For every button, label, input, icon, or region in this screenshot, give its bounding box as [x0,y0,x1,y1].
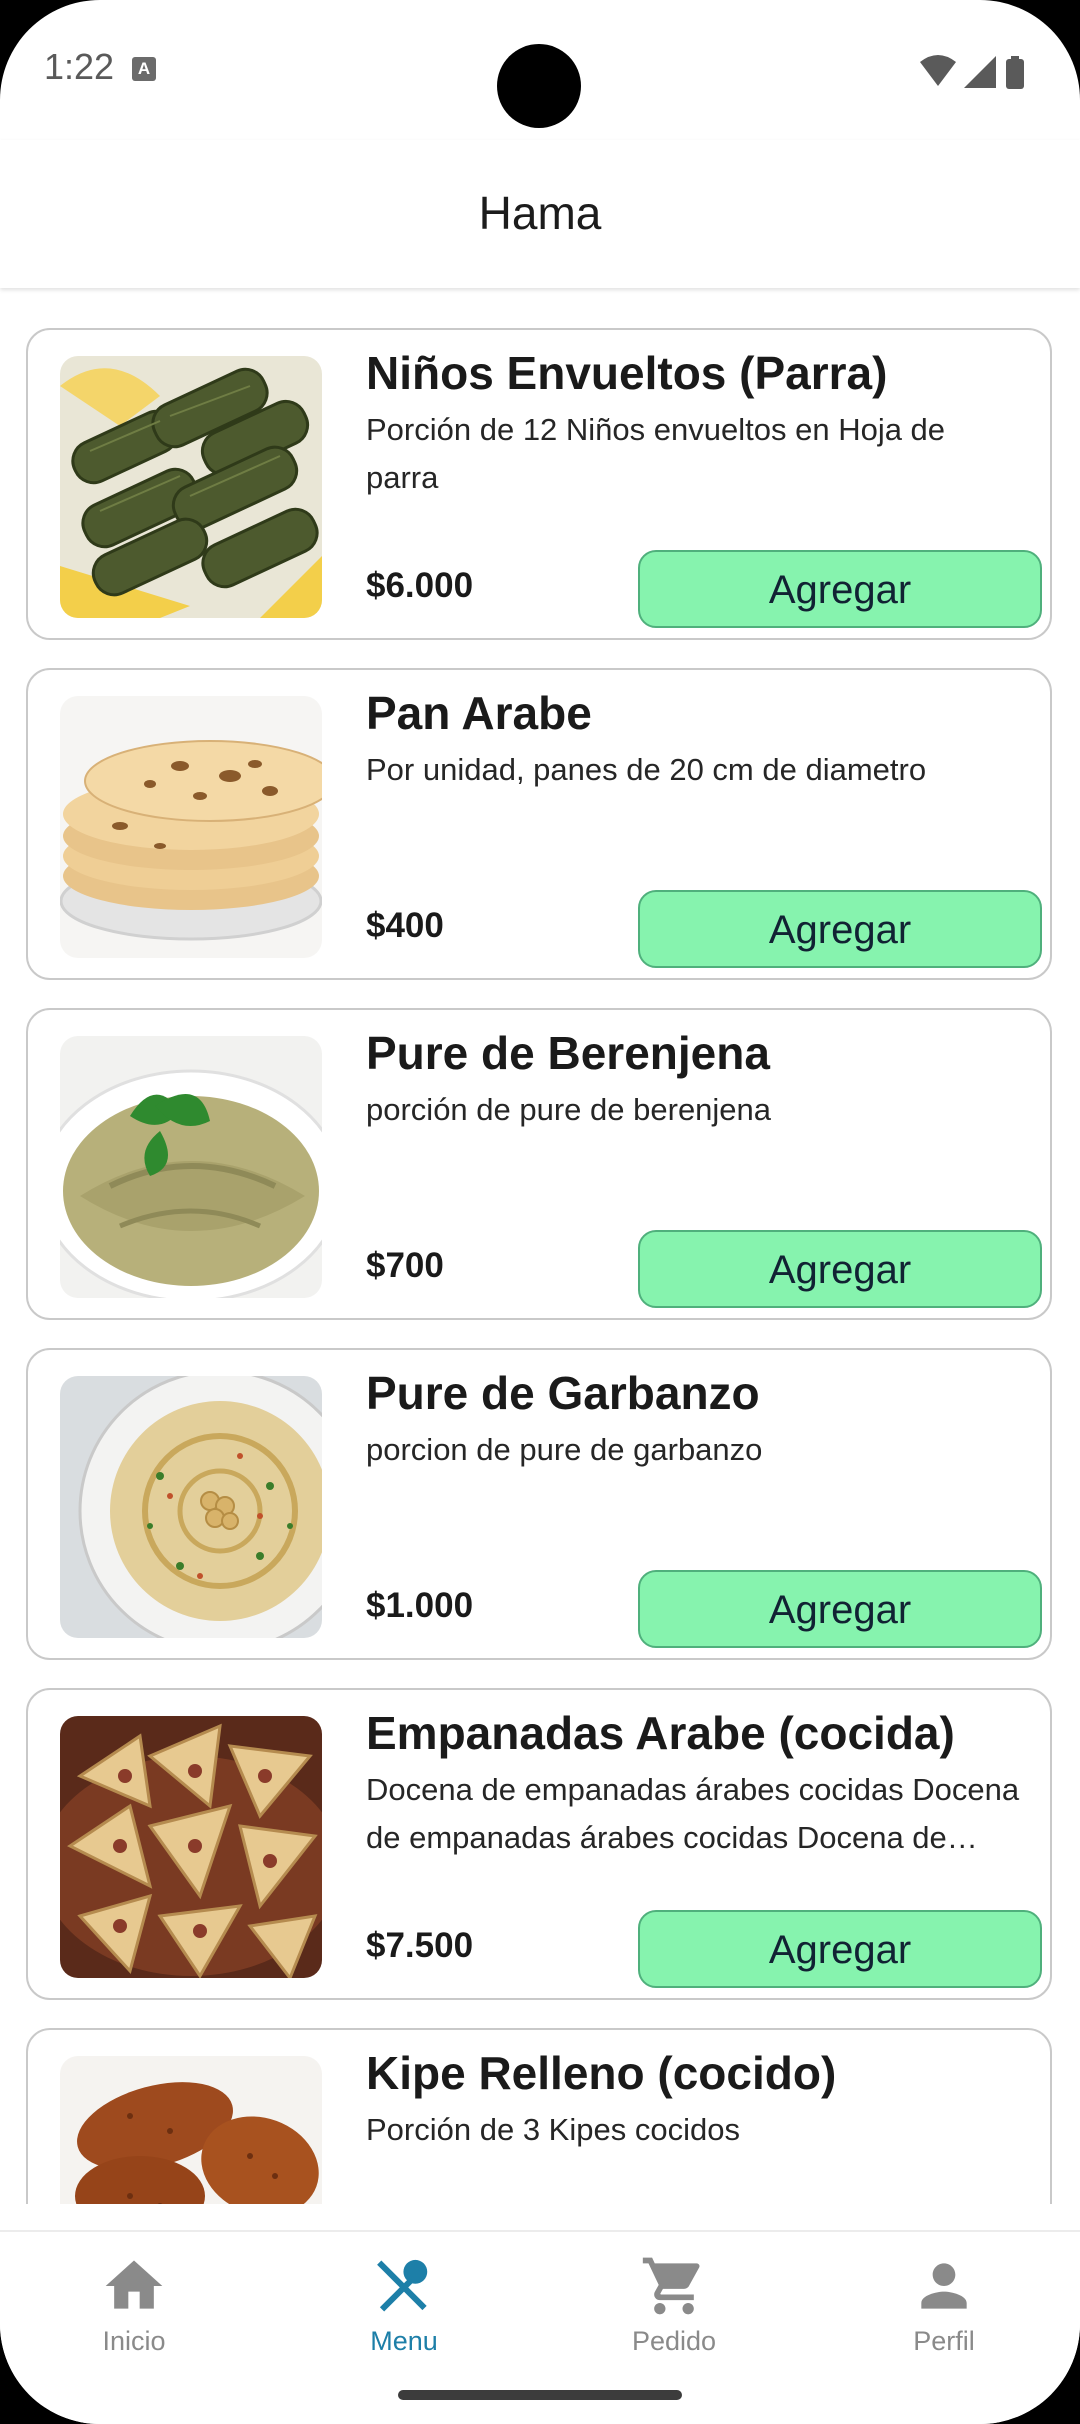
add-button[interactable]: Agregar [638,890,1042,968]
item-name: Kipe Relleno (cocido) [366,2047,837,2099]
menu-item-card: Pan Arabe Por unidad, panes de 20 cm de … [26,668,1052,980]
status-time: 1:22 [44,46,115,87]
nav-item-inicio[interactable]: Inicio [34,2252,234,2357]
screen: 1:22 A Hama Niños Envueltos (Parra) Porc… [0,0,1080,2424]
system-icons [920,55,1024,89]
nav-label: Perfil [913,2326,975,2356]
food-image-arab-empanadas [60,1716,322,1978]
food-image-stuffed-vine-leaves [60,356,322,618]
menu-item-card: Niños Envueltos (Parra) Porción de 12 Ni… [26,328,1052,640]
menu-item-card: Kipe Relleno (cocido) Porción de 3 Kipes… [26,2028,1052,2204]
item-price: $7.500 [366,1926,474,1965]
item-price: $1.000 [366,1586,474,1625]
menu-item-card: Empanadas Arabe (cocida) Docena de empan… [26,1688,1052,2000]
wifi-icon [920,55,956,86]
cart-icon [642,2257,700,2315]
menu-item-card: Pure de Berenjena porción de pure de ber… [26,1008,1052,1320]
page-title: Hama [478,187,602,239]
signal-icon [964,56,996,88]
food-image-eggplant-puree [60,1036,322,1298]
nav-item-pedido[interactable]: Pedido [574,2252,774,2357]
nav-item-perfil[interactable]: Perfil [844,2252,1044,2357]
add-button[interactable]: Agregar [638,1230,1042,1308]
item-name: Pure de Garbanzo [366,1367,760,1419]
item-description: Porción de 12 Niños envueltos en Hoja de… [366,412,946,495]
add-button[interactable]: Agregar [638,1570,1042,1648]
item-description: porcion de pure de garbanzo [366,1432,763,1467]
utensils-icon [377,2259,428,2312]
notification-icon: A [132,57,156,81]
item-name: Pure de Berenjena [366,1027,770,1079]
app-bar: Hama [0,140,1080,288]
home-icon [105,2260,163,2309]
item-price: $6.000 [366,566,474,605]
item-name: Niños Envueltos (Parra) [366,347,888,399]
add-button[interactable]: Agregar [638,1910,1042,1988]
food-image-pita-bread-stack [60,696,322,958]
battery-icon [1006,56,1024,89]
nav-label: Menu [370,2326,438,2356]
food-image-fried-kibbeh [60,2056,322,2204]
home-indicator[interactable] [398,2390,682,2400]
nav-label: Inicio [102,2326,166,2356]
item-name: Pan Arabe [366,687,592,739]
item-description: Por unidad, panes de 20 cm de diametro [366,752,927,787]
item-price: $700 [366,1246,444,1285]
item-price: $400 [366,906,444,945]
camera-cutout [497,44,581,128]
food-image-hummus-bowl [60,1376,322,1638]
item-description: porción de pure de berenjena [366,1092,772,1127]
item-description: Porción de 3 Kipes cocidos [366,2112,740,2147]
status-bar: 1:22 A [0,0,1080,140]
menu-item-card: Pure de Garbanzo porcion de pure de garb… [26,1348,1052,1660]
item-description: Docena de empanadas árabes cocidas Docen… [366,1772,1020,1855]
person-icon [921,2263,967,2309]
menu-list[interactable]: Niños Envueltos (Parra) Porción de 12 Ni… [0,290,1080,2204]
add-button[interactable]: Agregar [638,550,1042,628]
nav-label: Pedido [631,2326,717,2356]
item-name: Empanadas Arabe (cocida) [366,1707,955,1759]
nav-item-menu[interactable]: Menu [304,2252,504,2357]
